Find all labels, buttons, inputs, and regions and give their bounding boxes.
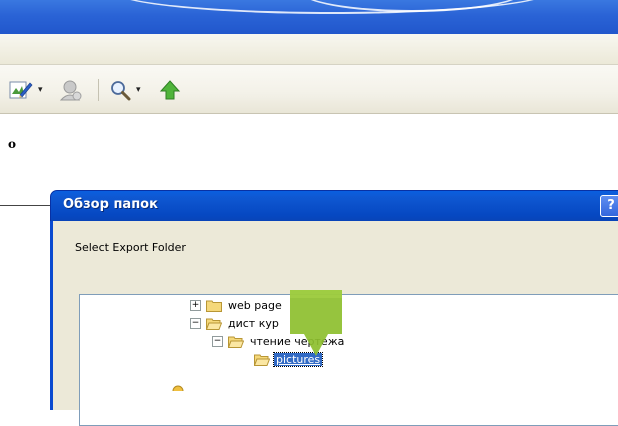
folder-open-icon (206, 318, 222, 330)
help-button[interactable]: ? (600, 195, 618, 217)
collapse-toggle[interactable]: − (212, 335, 223, 347)
edit-dropdown-arrow[interactable]: ▾ (38, 85, 43, 95)
folder-open-icon (228, 336, 244, 348)
collapse-toggle[interactable]: − (190, 317, 201, 329)
horizontal-rule (0, 205, 52, 206)
edit-button[interactable]: ▾ (8, 77, 43, 103)
dialog-titlebar[interactable]: Обзор папок (50, 190, 618, 222)
dialog-prompt: Select Export Folder (75, 241, 186, 254)
search-button[interactable]: ▾ (108, 77, 141, 103)
partial-folder-icon (172, 385, 184, 391)
edit-icon (9, 81, 33, 99)
user-button[interactable] (58, 77, 84, 103)
window-titlebar (0, 0, 618, 34)
page-text: o (8, 137, 17, 151)
dialog-title: Обзор папок (63, 197, 158, 212)
folder-icon (206, 300, 222, 312)
toolbar-separator (98, 79, 99, 101)
menu-bar (0, 34, 618, 65)
toolbar: ▾ ▾ (0, 65, 618, 114)
up-arrow-icon (159, 80, 181, 100)
search-icon (111, 81, 131, 101)
up-button[interactable] (158, 77, 182, 103)
search-dropdown-arrow[interactable]: ▾ (136, 85, 141, 95)
expand-toggle[interactable]: + (190, 299, 201, 311)
green-down-arrow-icon (290, 290, 342, 356)
folder-tree[interactable]: + web page − дист кур − чтение чертежа p… (79, 294, 618, 426)
user-icon (59, 80, 82, 101)
